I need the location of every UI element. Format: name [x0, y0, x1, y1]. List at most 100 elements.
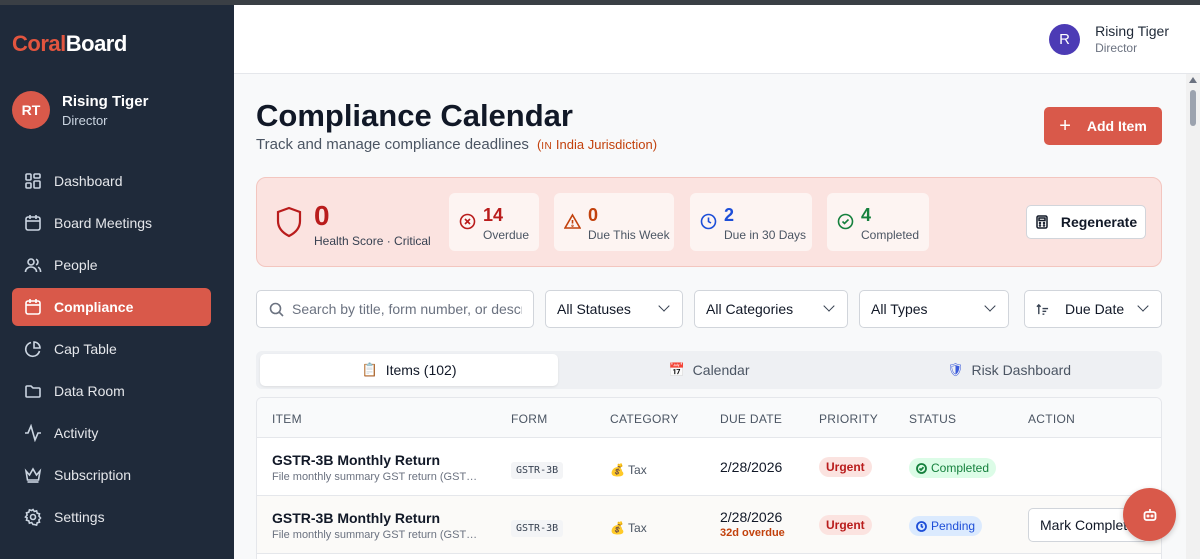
sidebar-user: RT Rising Tiger Director — [12, 91, 148, 129]
header-user-name: Rising Tiger — [1095, 23, 1169, 39]
stat-label: Due This Week — [588, 228, 670, 242]
sidebar-item-compliance[interactable]: Compliance — [12, 288, 211, 326]
main-scrollbar[interactable] — [1186, 74, 1200, 559]
health-score-value: 0 — [314, 200, 330, 231]
sidebar-item-label: Compliance — [54, 299, 134, 315]
item-title[interactable]: GSTR-3B Monthly Return — [272, 510, 492, 526]
top-header: R Rising Tiger Director — [234, 5, 1200, 74]
sidebar-item-label: Subscription — [54, 467, 132, 483]
stat-label: Due in 30 Days — [724, 228, 807, 242]
sidebar-item-cap-table[interactable]: Cap Table — [12, 330, 211, 368]
status-badge: Completed — [909, 458, 997, 478]
sidebar-item-label: Activity — [54, 425, 99, 441]
item-description: File monthly summary GST return (GST… — [272, 529, 478, 541]
search-input[interactable] — [292, 301, 522, 317]
status-filter-select[interactable]: All Statuses — [545, 290, 683, 328]
header-user-role: Director — [1095, 41, 1138, 55]
clock-icon — [700, 213, 717, 230]
column-header-form[interactable]: FORM — [511, 412, 548, 426]
brand-logo-coral: Coral — [12, 31, 66, 56]
table-row[interactable]: GSTR-3B Monthly Return File monthly summ… — [257, 438, 1161, 496]
category-tag: 💰 Tax — [610, 521, 647, 535]
column-header-priority[interactable]: PRIORITY — [819, 412, 878, 426]
overdue-label: 32d overdue — [720, 527, 785, 539]
sidebar-nav: Dashboard Board Meetings People Complian… — [12, 162, 211, 540]
type-filter-value: All Types — [871, 301, 928, 317]
sidebar-item-settings[interactable]: Settings — [12, 498, 211, 536]
users-icon — [24, 258, 42, 273]
scroll-up-arrow-icon[interactable] — [1189, 77, 1197, 83]
sort-select[interactable]: Due Date — [1024, 290, 1162, 328]
sidebar-user-role: Director — [62, 112, 108, 128]
health-panel: 0 Health Score · Critical 14 Overdue 0 D… — [256, 177, 1162, 267]
jurisdiction-label: India Jurisdiction — [555, 137, 653, 152]
stat-value: 14 — [483, 205, 504, 225]
stat-value: 4 — [861, 205, 872, 225]
sidebar-item-label: Dashboard — [54, 173, 123, 189]
header-user-menu[interactable]: R Rising Tiger Director — [1049, 23, 1169, 55]
search-field[interactable] — [256, 290, 534, 328]
page-title: Compliance Calendar — [256, 98, 573, 133]
stat-overdue[interactable]: 14 Overdue — [449, 193, 539, 251]
calendar-icon — [25, 215, 41, 231]
folder-icon — [25, 385, 41, 398]
tab-label: Risk Dashboard — [971, 362, 1072, 378]
chevron-down-icon — [658, 300, 670, 312]
tab-calendar[interactable]: 📅 Calendar — [560, 354, 858, 386]
regenerate-button[interactable]: Regenerate — [1026, 205, 1146, 239]
x-circle-icon — [459, 213, 476, 230]
column-header-action[interactable]: ACTION — [1028, 412, 1075, 426]
clipboard-icon: 📋 — [361, 362, 378, 377]
form-code: GSTR-3B — [511, 520, 564, 537]
sidebar-item-dashboard[interactable]: Dashboard — [12, 162, 211, 200]
priority-badge: Urgent — [819, 515, 872, 535]
sidebar-user-name: Rising Tiger — [62, 92, 149, 110]
sort-icon — [1036, 303, 1049, 315]
item-title[interactable]: GSTR-3B Monthly Return — [272, 452, 492, 468]
brand-logo[interactable]: CoralBoard — [12, 31, 127, 57]
assistant-bot-button[interactable] — [1123, 488, 1176, 541]
regenerate-label: Regenerate — [1060, 214, 1138, 230]
tab-items[interactable]: 📋 Items (102) — [260, 354, 558, 386]
sidebar-item-label: Data Room — [54, 383, 125, 399]
health-score-label: Health Score · Critical — [314, 234, 431, 248]
stat-label: Overdue — [483, 228, 530, 242]
compliance-table: ITEM FORM CATEGORY DUE DATE PRIORITY STA… — [256, 397, 1162, 559]
stat-value: 0 — [588, 205, 599, 225]
chevron-down-icon — [823, 300, 835, 312]
stat-due-this-week[interactable]: 0 Due This Week — [554, 193, 674, 251]
clock-icon — [916, 520, 927, 532]
stat-due-30-days[interactable]: 2 Due in 30 Days — [690, 193, 812, 251]
add-item-label: Add Item — [1086, 118, 1147, 134]
due-date: 2/28/2026 — [720, 459, 783, 475]
robot-icon — [1143, 508, 1156, 521]
form-code: GSTR-3B — [511, 462, 564, 479]
sidebar-item-people[interactable]: People — [12, 246, 211, 284]
sidebar-item-label: Cap Table — [54, 341, 117, 357]
column-header-category[interactable]: CATEGORY — [610, 412, 679, 426]
grid-icon — [25, 173, 41, 189]
stat-completed[interactable]: 4 Completed — [827, 193, 929, 251]
sidebar-item-activity[interactable]: Activity — [12, 414, 211, 452]
scrollbar-thumb[interactable] — [1190, 90, 1196, 126]
sort-value: Due Date — [1065, 301, 1125, 317]
table-row[interactable]: GSTR-3B Monthly Return File monthly summ… — [257, 496, 1161, 554]
crown-icon — [24, 467, 42, 483]
add-item-button[interactable]: + Add Item — [1044, 107, 1162, 145]
tab-risk-dashboard[interactable]: 🛡 Risk Dashboard — [860, 354, 1158, 386]
calculator-icon — [1036, 215, 1048, 229]
status-label: Pending — [931, 519, 976, 533]
column-header-due-date[interactable]: DUE DATE — [720, 412, 782, 426]
plus-icon: + — [1059, 115, 1071, 137]
sidebar-item-data-room[interactable]: Data Room — [12, 372, 211, 410]
view-tabs: 📋 Items (102) 📅 Calendar 🛡 Risk Dashboar… — [256, 351, 1162, 389]
check-circle-icon — [916, 462, 927, 474]
column-header-item[interactable]: ITEM — [272, 412, 302, 426]
table-header: ITEM FORM CATEGORY DUE DATE PRIORITY STA… — [257, 398, 1161, 438]
column-header-status[interactable]: STATUS — [909, 412, 956, 426]
category-filter-select[interactable]: All Categories — [694, 290, 848, 328]
type-filter-select[interactable]: All Types — [859, 290, 1009, 328]
calendar-icon: 📅 — [668, 362, 685, 377]
sidebar-item-board-meetings[interactable]: Board Meetings — [12, 204, 211, 242]
sidebar-item-subscription[interactable]: Subscription — [12, 456, 211, 494]
